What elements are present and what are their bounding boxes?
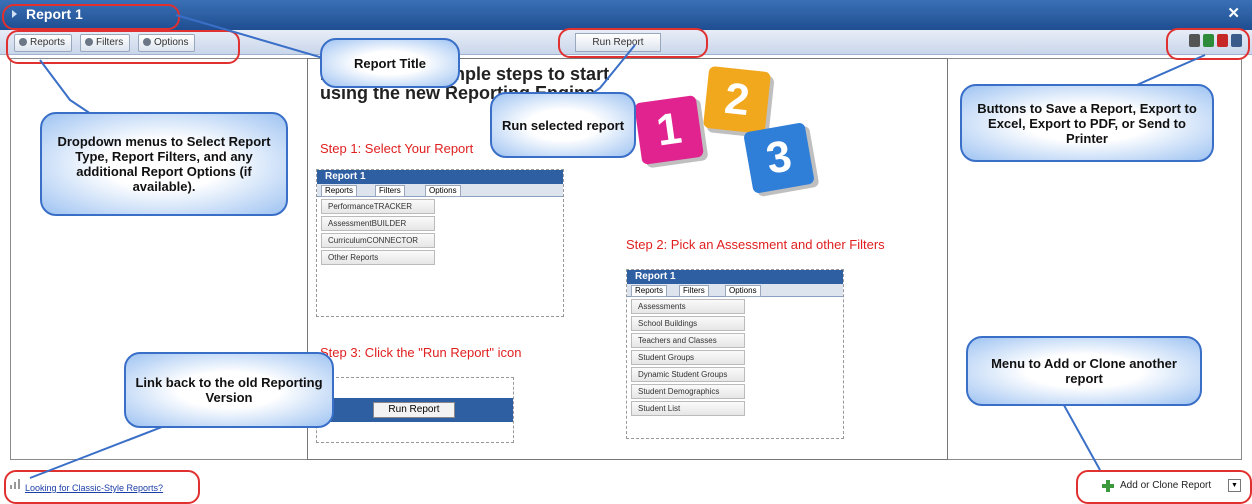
- callout-export-buttons: Buttons to Save a Report, Export to Exce…: [960, 84, 1214, 162]
- callout-report-title: Report Title: [320, 38, 460, 88]
- callout-run-selected: Run selected report: [490, 92, 636, 158]
- signal-icon: [10, 479, 20, 489]
- callout-add-clone: Menu to Add or Clone another report: [966, 336, 1202, 406]
- callout-link-back: Link back to the old Reporting Version: [124, 352, 334, 428]
- chevron-down-icon[interactable]: ▼: [1228, 479, 1241, 492]
- add-icon: [1102, 480, 1114, 492]
- callout-dropdowns: Dropdown menus to Select Report Type, Re…: [40, 112, 288, 216]
- classic-reports-link[interactable]: Looking for Classic-Style Reports?: [25, 483, 163, 493]
- callout-lines: [29, 14, 1206, 479]
- add-clone-report-button[interactable]: Add or Clone Report: [1120, 480, 1211, 491]
